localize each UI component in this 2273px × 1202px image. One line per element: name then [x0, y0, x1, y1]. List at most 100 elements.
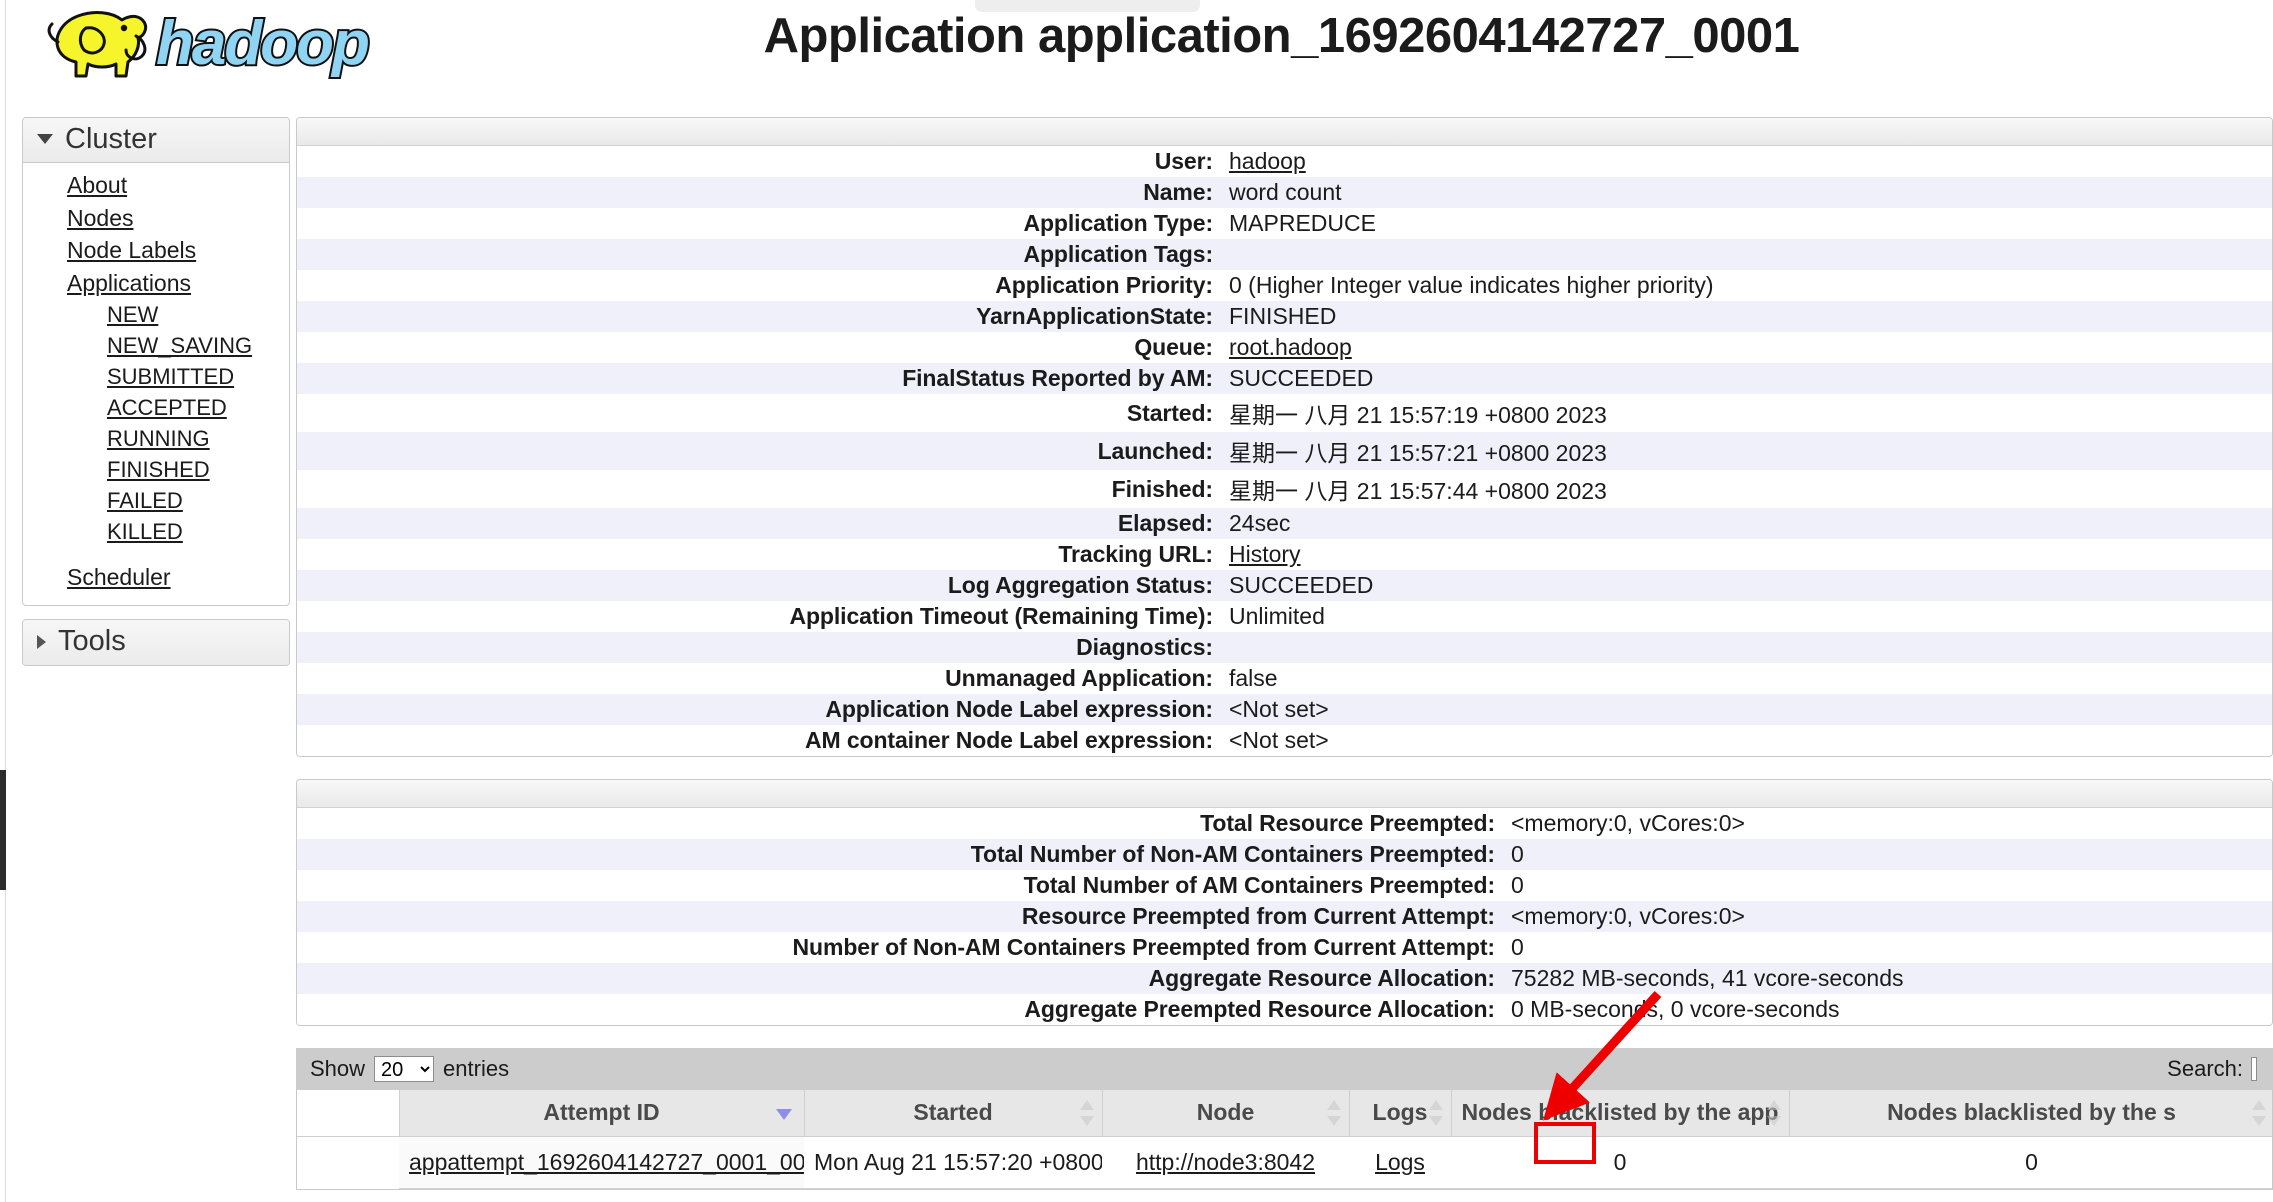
- info-row-value: SUCCEEDED: [1229, 572, 1374, 598]
- viewport-gutter: [0, 0, 6, 1202]
- sidebar-item-applications[interactable]: Applications: [23, 267, 289, 299]
- info-row-value: <Not set>: [1229, 727, 1329, 753]
- info-row-value[interactable]: History: [1222, 539, 2272, 570]
- info-row-value: 星期一 八月 21 15:57:21 +0800 2023: [1229, 440, 1607, 466]
- page-length-select[interactable]: 20406080100: [374, 1056, 435, 1082]
- info-row-label: Aggregate Preempted Resource Allocation:: [1024, 996, 1495, 1022]
- sidebar-item-killed[interactable]: KILLED: [23, 516, 289, 547]
- info-row: Launched: 星期一 八月 21 15:57:21 +0800 2023: [297, 432, 2272, 470]
- search-control: Search:: [2167, 1056, 2257, 1082]
- attempts-header-blacklisted-system[interactable]: Nodes blacklisted by the s: [1789, 1090, 2272, 1137]
- sidebar: Cluster About Nodes Node Labels Applicat…: [22, 117, 290, 679]
- attempts-header-spacer: [297, 1090, 400, 1137]
- info-row: Number of Non-AM Containers Preempted fr…: [297, 932, 2272, 963]
- info-row: Total Resource Preempted: <memory:0, vCor…: [297, 808, 2272, 839]
- attempts-header-blacklisted-app[interactable]: Nodes blacklisted by the app: [1451, 1090, 1790, 1137]
- info-row-label: YarnApplicationState:: [976, 303, 1213, 329]
- application-info-panel-header: [297, 118, 2272, 146]
- info-row-label: Number of Non-AM Containers Preempted fr…: [792, 934, 1496, 960]
- info-row: YarnApplicationState: FINISHED: [297, 301, 2272, 332]
- entries-label: entries: [443, 1056, 510, 1081]
- info-row: Application Tags:: [297, 239, 2272, 270]
- scrollbar-thumb[interactable]: [0, 770, 6, 890]
- sidebar-cluster-body: About Nodes Node Labels Applications NEW…: [23, 163, 289, 605]
- attempts-header-node[interactable]: Node: [1102, 1090, 1350, 1137]
- sidebar-item-new-saving[interactable]: NEW_SAVING: [23, 330, 289, 361]
- info-row: Diagnostics:: [297, 632, 2272, 663]
- info-row: Name: word count: [297, 177, 2272, 208]
- row-spacer-cell: [297, 1136, 399, 1188]
- info-row-value: SUCCEEDED: [1229, 365, 1374, 391]
- sidebar-cluster-header[interactable]: Cluster: [23, 118, 289, 164]
- info-row-link[interactable]: root.hadoop: [1229, 334, 1352, 360]
- sidebar-item-new[interactable]: NEW: [23, 299, 289, 330]
- info-row: Unmanaged Application: false: [297, 663, 2272, 694]
- attempts-table-wrapper: Attempt ID Started Node Logs Nodes blacklist…: [296, 1090, 2273, 1190]
- info-row-value: 0: [1511, 872, 1524, 898]
- page-title: Application application_1692604142727_00…: [763, 9, 1800, 63]
- info-row: Application Type: MAPREDUCE: [297, 208, 2272, 239]
- cell-attempt-id-link[interactable]: appattempt_1692604142727_0001_000001: [409, 1149, 804, 1175]
- info-row-link[interactable]: hadoop: [1229, 148, 1306, 174]
- sidebar-item-accepted[interactable]: ACCEPTED: [23, 392, 289, 423]
- sidebar-item-node-labels[interactable]: Node Labels: [23, 234, 289, 266]
- attempts-table-footer: Showing 1 to 1 of 1 entries FirstPreviou…: [296, 1190, 2273, 1202]
- info-row: AM container Node Label expression: <Not …: [297, 725, 2272, 756]
- column-label: Attempt ID: [543, 1099, 660, 1126]
- application-info-table: User: hadoop Name: word count Application Ty…: [297, 146, 2272, 756]
- attempts-header-attempt-id[interactable]: Attempt ID: [399, 1090, 805, 1137]
- preemption-info-panel: Total Resource Preempted: <memory:0, vCor…: [296, 779, 2273, 1026]
- info-row-value: <Not set>: [1229, 696, 1329, 722]
- search-input[interactable]: [2251, 1057, 2257, 1081]
- sidebar-section-cluster: Cluster About Nodes Node Labels Applicat…: [22, 117, 290, 607]
- info-row: Application Priority: 0 (Higher Integer v…: [297, 270, 2272, 301]
- sidebar-item-about[interactable]: About: [23, 169, 289, 201]
- chevron-right-icon: [37, 634, 46, 649]
- info-row: User: hadoop: [297, 146, 2272, 177]
- sidebar-item-submitted[interactable]: SUBMITTED: [23, 361, 289, 392]
- info-row-label: Aggregate Resource Allocation:: [1148, 965, 1495, 991]
- column-label: Nodes blacklisted by the app: [1461, 1099, 1779, 1126]
- info-row-value[interactable]: root.hadoop: [1222, 332, 2272, 363]
- column-label: Node: [1196, 1099, 1255, 1126]
- info-row: Finished: 星期一 八月 21 15:57:44 +0800 2023: [297, 470, 2272, 508]
- info-row: Application Node Label expression: <Not s…: [297, 694, 2272, 725]
- attempts-header-logs[interactable]: Logs: [1349, 1090, 1452, 1137]
- info-row-label: Started:: [1126, 399, 1213, 426]
- info-row: Log Aggregation Status: SUCCEEDED: [297, 570, 2272, 601]
- info-row-label: Total Number of Non-AM Containers Preemp…: [970, 841, 1495, 867]
- main-content: User: hadoop Name: word count Application Ty…: [296, 117, 2273, 1202]
- info-row: Tracking URL: History: [297, 539, 2272, 570]
- cell-logs[interactable]: Logs: [1349, 1136, 1451, 1189]
- info-row-value: false: [1229, 665, 1278, 691]
- sidebar-item-failed[interactable]: FAILED: [23, 485, 289, 516]
- sidebar-item-finished[interactable]: FINISHED: [23, 454, 289, 485]
- column-label: Nodes blacklisted by the s: [1887, 1099, 2176, 1126]
- attempts-header-started[interactable]: Started: [804, 1090, 1103, 1137]
- info-row: FinalStatus Reported by AM: SUCCEEDED: [297, 363, 2272, 394]
- info-row: Elapsed: 24sec: [297, 508, 2272, 539]
- info-row-label: Queue:: [1134, 334, 1213, 360]
- cell-node-link[interactable]: http://node3:8042: [1136, 1149, 1315, 1175]
- sidebar-item-scheduler[interactable]: Scheduler: [23, 561, 289, 593]
- sort-descending-icon: [775, 1108, 792, 1120]
- attempts-section: Show 20406080100 entries Search:: [296, 1048, 2273, 1202]
- chevron-down-icon: [37, 134, 53, 145]
- info-row-label: AM container Node Label expression:: [804, 727, 1213, 753]
- cell-logs-link[interactable]: Logs: [1375, 1149, 1425, 1175]
- info-row-value[interactable]: hadoop: [1222, 146, 2272, 177]
- info-row-link[interactable]: History: [1229, 541, 1301, 567]
- info-row-label: FinalStatus Reported by AM:: [902, 365, 1213, 391]
- info-row-value: 24sec: [1229, 510, 1291, 536]
- sidebar-tools-header[interactable]: Tools: [23, 620, 289, 665]
- cell-blacklisted-app: 0: [1451, 1136, 1789, 1189]
- cell-node[interactable]: http://node3:8042: [1102, 1136, 1349, 1189]
- cell-attempt-id[interactable]: appattempt_1692604142727_0001_000001: [399, 1136, 804, 1189]
- sidebar-item-running[interactable]: RUNNING: [23, 423, 289, 454]
- info-row: Queue: root.hadoop: [297, 332, 2272, 363]
- info-row-value: 75282 MB-seconds, 41 vcore-seconds: [1511, 965, 1904, 991]
- info-row-value: 0 MB-seconds, 0 vcore-seconds: [1511, 996, 1840, 1022]
- info-row-label: Diagnostics:: [1076, 634, 1213, 660]
- sidebar-item-nodes[interactable]: Nodes: [23, 202, 289, 234]
- info-row-value: 0 (Higher Integer value indicates higher…: [1229, 272, 1714, 298]
